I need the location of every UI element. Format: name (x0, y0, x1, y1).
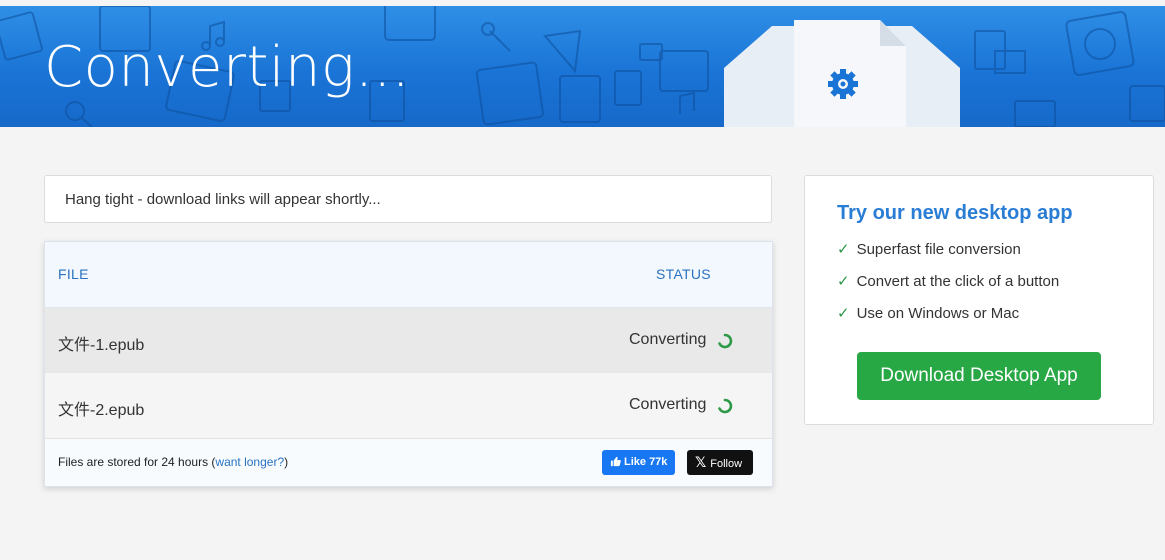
storage-text-end: ) (284, 455, 289, 469)
storage-text: Files are stored for 24 hours ( (58, 455, 216, 469)
facebook-like-button[interactable]: Like 77k (602, 450, 675, 475)
spinner-icon (718, 333, 733, 349)
status-notice: Hang tight - download links will appear … (44, 175, 772, 223)
x-follow-button[interactable]: 𝕏 Follow (687, 450, 753, 475)
thumbs-up-icon (610, 456, 621, 467)
table-row: 文件-1.epub Converting (45, 308, 772, 374)
storage-info: Files are stored for 24 hours (want long… (58, 455, 288, 469)
page-title: Converting... (44, 35, 410, 100)
want-longer-link[interactable]: want longer? (215, 455, 284, 469)
desktop-app-promo: Try our new desktop app ✓ Superfast file … (804, 175, 1154, 425)
file-name: 文件-1.epub (58, 337, 145, 354)
follow-label: Follow (710, 458, 743, 470)
document-illustration (724, 20, 960, 127)
feature-item: ✓ Convert at the click of a button (837, 272, 1059, 290)
column-header-status: STATUS (656, 266, 711, 282)
file-name: 文件-2.epub (58, 402, 145, 419)
table-footer: Files are stored for 24 hours (want long… (45, 439, 772, 486)
status-text: Converting (629, 331, 707, 348)
promo-title: Try our new desktop app (837, 202, 1073, 224)
feature-item: ✓ Use on Windows or Mac (837, 304, 1019, 322)
check-icon: ✓ (837, 273, 850, 290)
status-text: Converting (629, 396, 707, 413)
column-header-file: FILE (58, 266, 89, 282)
feature-item: ✓ Superfast file conversion (837, 240, 1021, 258)
check-icon: ✓ (837, 305, 850, 322)
feature-label: Use on Windows or Mac (856, 305, 1020, 322)
feature-label: Superfast file conversion (856, 241, 1021, 258)
x-logo-icon: 𝕏 (695, 454, 707, 470)
header-banner: Converting... (0, 6, 1165, 127)
feature-label: Convert at the click of a button (856, 273, 1060, 290)
download-desktop-app-button[interactable]: Download Desktop App (857, 352, 1101, 400)
files-table: FILE STATUS 文件-1.epub Converting 文件-2.ep… (44, 241, 773, 487)
gear-icon (828, 69, 858, 99)
table-row: 文件-2.epub Converting (45, 373, 772, 439)
spinner-icon (718, 398, 733, 414)
like-label: Like 77k (624, 456, 668, 468)
check-icon: ✓ (837, 241, 850, 258)
table-header: FILE STATUS (45, 242, 772, 308)
